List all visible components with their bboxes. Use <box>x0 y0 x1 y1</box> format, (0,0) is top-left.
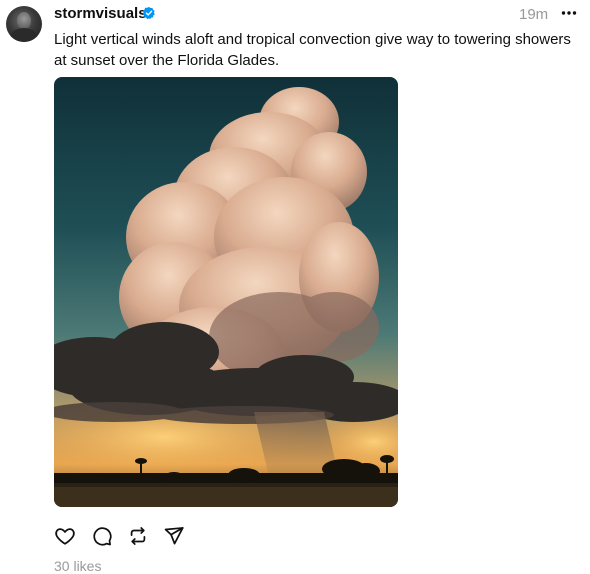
heart-icon[interactable] <box>54 525 76 547</box>
post-caption: Light vertical winds aloft and tropical … <box>54 31 571 69</box>
username-link[interactable]: stormvisuals <box>54 5 147 22</box>
avatar[interactable] <box>6 6 42 42</box>
post-timestamp: 19m <box>519 6 549 23</box>
more-options-icon[interactable] <box>560 4 578 22</box>
avatar-face <box>17 12 31 29</box>
send-icon[interactable] <box>163 525 185 547</box>
post-image[interactable] <box>54 77 398 507</box>
comment-icon[interactable] <box>91 525 113 547</box>
storm-cloud-photo <box>54 77 398 507</box>
avatar-shoulders <box>10 28 38 42</box>
verified-badge-icon <box>142 6 155 20</box>
likes-count[interactable]: 30 likes <box>54 558 101 574</box>
repost-icon[interactable] <box>127 525 149 547</box>
